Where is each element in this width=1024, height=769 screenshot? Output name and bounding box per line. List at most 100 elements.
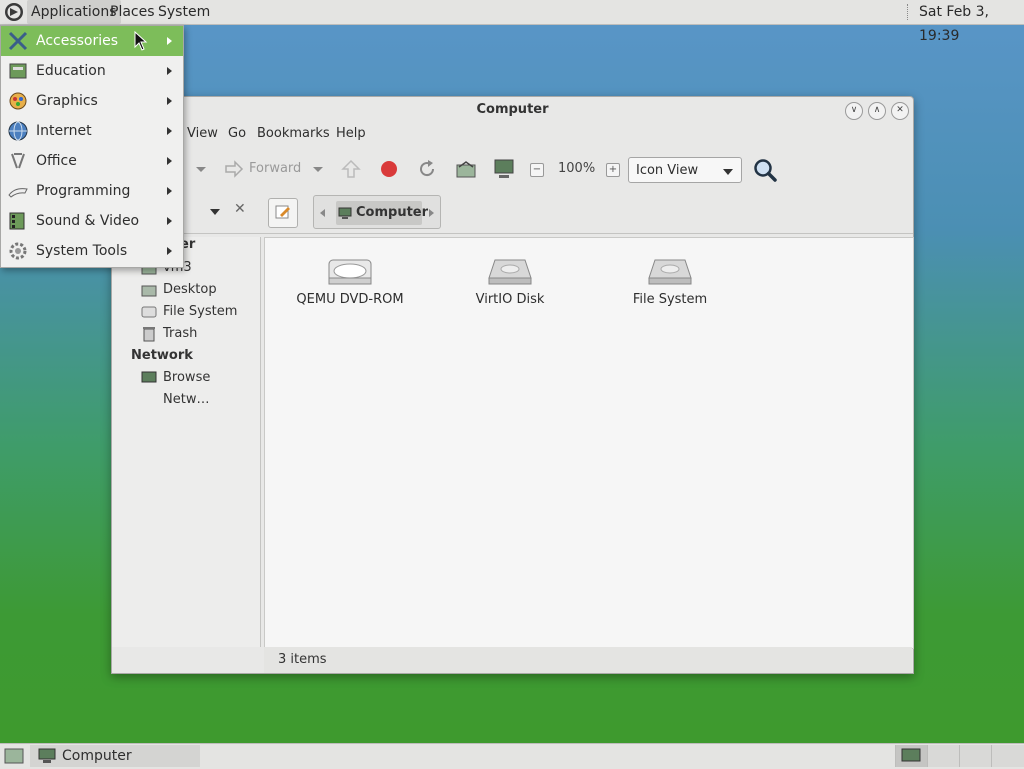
workspace-4[interactable] bbox=[991, 745, 1024, 767]
clock[interactable]: Sat Feb 3, 19:39 bbox=[919, 0, 1024, 44]
toolbar: Forward − 100% + bbox=[112, 149, 913, 189]
menu-item-programming[interactable]: Programming bbox=[1, 176, 183, 206]
menu-bookmarks[interactable]: Bookmarks bbox=[257, 124, 330, 144]
show-desktop-icon[interactable] bbox=[4, 748, 24, 764]
trash-icon bbox=[143, 327, 155, 342]
file-item-file-system[interactable]: File System bbox=[600, 254, 740, 307]
hard-disk-icon bbox=[648, 259, 692, 285]
sidebar-header-network: Network bbox=[131, 348, 193, 363]
forward-dropdown-icon[interactable] bbox=[313, 167, 323, 172]
file-item-virtio-disk[interactable]: VirtIO Disk bbox=[440, 254, 580, 307]
clear-location-icon[interactable]: ✕ bbox=[234, 201, 246, 217]
menu-item-label: Accessories bbox=[36, 33, 119, 49]
menu-item-internet[interactable]: Internet bbox=[1, 116, 183, 146]
forward-button[interactable]: Forward bbox=[249, 149, 301, 189]
computer-icon bbox=[338, 207, 352, 219]
window-thumbnail-icon bbox=[901, 748, 921, 762]
menu-go[interactable]: Go bbox=[228, 124, 246, 144]
graphics-icon bbox=[9, 92, 27, 110]
minimize-button[interactable]: ∨ bbox=[845, 102, 863, 120]
window-title: Computer bbox=[476, 102, 549, 117]
zoom-level: 100% bbox=[558, 161, 596, 176]
network-icon bbox=[141, 371, 157, 383]
submenu-arrow-icon bbox=[167, 127, 172, 135]
edit-location-button[interactable] bbox=[268, 198, 298, 228]
computer-icon[interactable] bbox=[493, 158, 515, 180]
zoom-out-button[interactable]: − bbox=[530, 163, 544, 177]
menu-view[interactable]: View bbox=[187, 124, 218, 144]
menu-item-education[interactable]: Education bbox=[1, 56, 183, 86]
sidebar-item-file-system[interactable]: File System bbox=[163, 301, 237, 323]
file-item-label: QEMU DVD-ROM bbox=[296, 292, 404, 307]
menu-item-accessories[interactable]: Accessories bbox=[1, 26, 183, 56]
view-mode-select[interactable]: Icon View bbox=[628, 157, 742, 183]
submenu-arrow-icon bbox=[167, 247, 172, 255]
home-icon[interactable] bbox=[455, 159, 477, 179]
up-arrow-icon[interactable] bbox=[341, 159, 361, 179]
status-bar: 3 items bbox=[264, 647, 912, 673]
menu-item-graphics[interactable]: Graphics bbox=[1, 86, 183, 116]
distro-logo-icon[interactable] bbox=[4, 2, 24, 22]
applications-dropdown: Accessories Education Graphics Internet … bbox=[0, 25, 184, 268]
office-icon bbox=[11, 153, 25, 169]
menu-item-label: System Tools bbox=[36, 243, 128, 259]
search-icon[interactable] bbox=[752, 157, 778, 183]
location-dropdown-icon[interactable] bbox=[210, 209, 220, 215]
hard-disk-icon bbox=[488, 259, 532, 285]
file-item-dvd-rom[interactable]: QEMU DVD-ROM bbox=[280, 254, 420, 307]
submenu-arrow-icon bbox=[167, 157, 172, 165]
menu-help[interactable]: Help bbox=[336, 124, 366, 144]
programming-icon bbox=[8, 188, 28, 198]
path-right-icon[interactable] bbox=[429, 209, 434, 217]
menu-item-label: Office bbox=[36, 153, 77, 169]
maximize-button[interactable]: ∧ bbox=[868, 102, 886, 120]
submenu-arrow-icon bbox=[167, 217, 172, 225]
workspace-1[interactable] bbox=[895, 745, 927, 767]
education-icon bbox=[9, 63, 27, 79]
pencil-icon bbox=[275, 205, 290, 219]
menu-item-label: Programming bbox=[36, 183, 131, 199]
workspace-3[interactable] bbox=[959, 745, 991, 767]
desktop-folder-icon bbox=[141, 285, 157, 297]
view-mode-label: Icon View bbox=[636, 163, 699, 178]
menu-item-office[interactable]: Office bbox=[1, 146, 183, 176]
file-system-icon bbox=[141, 306, 157, 318]
workspace-2[interactable] bbox=[927, 745, 959, 767]
system-menu[interactable]: System bbox=[154, 0, 214, 24]
menu-item-system-tools[interactable]: System Tools bbox=[1, 236, 183, 266]
menu-item-label: Education bbox=[36, 63, 106, 79]
back-dropdown-icon[interactable] bbox=[196, 167, 206, 172]
close-button[interactable]: ✕ bbox=[891, 102, 909, 120]
taskbar-item-computer[interactable]: Computer bbox=[30, 745, 200, 767]
sidebar-item-trash[interactable]: Trash bbox=[163, 323, 197, 345]
optical-drive-icon bbox=[328, 259, 372, 285]
icon-view: QEMU DVD-ROM VirtIO Disk File System bbox=[264, 237, 914, 649]
computer-icon bbox=[38, 748, 56, 763]
submenu-arrow-icon bbox=[167, 37, 172, 45]
file-manager-window: Computer ∨ ∧ ✕ View Go Bookmarks Help Fo… bbox=[111, 96, 914, 674]
mouse-pointer-icon bbox=[134, 31, 148, 51]
top-panel: Applications Places System Sat Feb 3, 19… bbox=[0, 0, 1024, 44]
sound-video-icon bbox=[9, 212, 25, 230]
path-left-icon[interactable] bbox=[320, 209, 325, 217]
accessories-icon bbox=[8, 31, 28, 51]
chevron-down-icon bbox=[723, 169, 733, 175]
sidebar-item-browse-network[interactable]: Browse Netw… bbox=[163, 367, 260, 407]
file-item-label: VirtIO Disk bbox=[475, 292, 545, 307]
reload-icon[interactable] bbox=[417, 159, 437, 179]
submenu-arrow-icon bbox=[167, 97, 172, 105]
panel-separator bbox=[907, 4, 909, 20]
stop-icon[interactable] bbox=[380, 160, 398, 178]
taskbar-item-label: Computer bbox=[62, 748, 132, 764]
internet-icon bbox=[8, 121, 28, 141]
menu-item-label: Internet bbox=[36, 123, 92, 139]
file-item-label: File System bbox=[632, 292, 708, 307]
sidebar-item-desktop[interactable]: Desktop bbox=[163, 279, 217, 301]
zoom-in-button[interactable]: + bbox=[606, 163, 620, 177]
forward-arrow-icon[interactable] bbox=[223, 159, 245, 179]
menu-item-label: Graphics bbox=[36, 93, 98, 109]
submenu-arrow-icon bbox=[167, 67, 172, 75]
places-menu[interactable]: Places bbox=[106, 0, 159, 24]
location-bar bbox=[112, 193, 913, 234]
menu-item-sound-video[interactable]: Sound & Video bbox=[1, 206, 183, 236]
